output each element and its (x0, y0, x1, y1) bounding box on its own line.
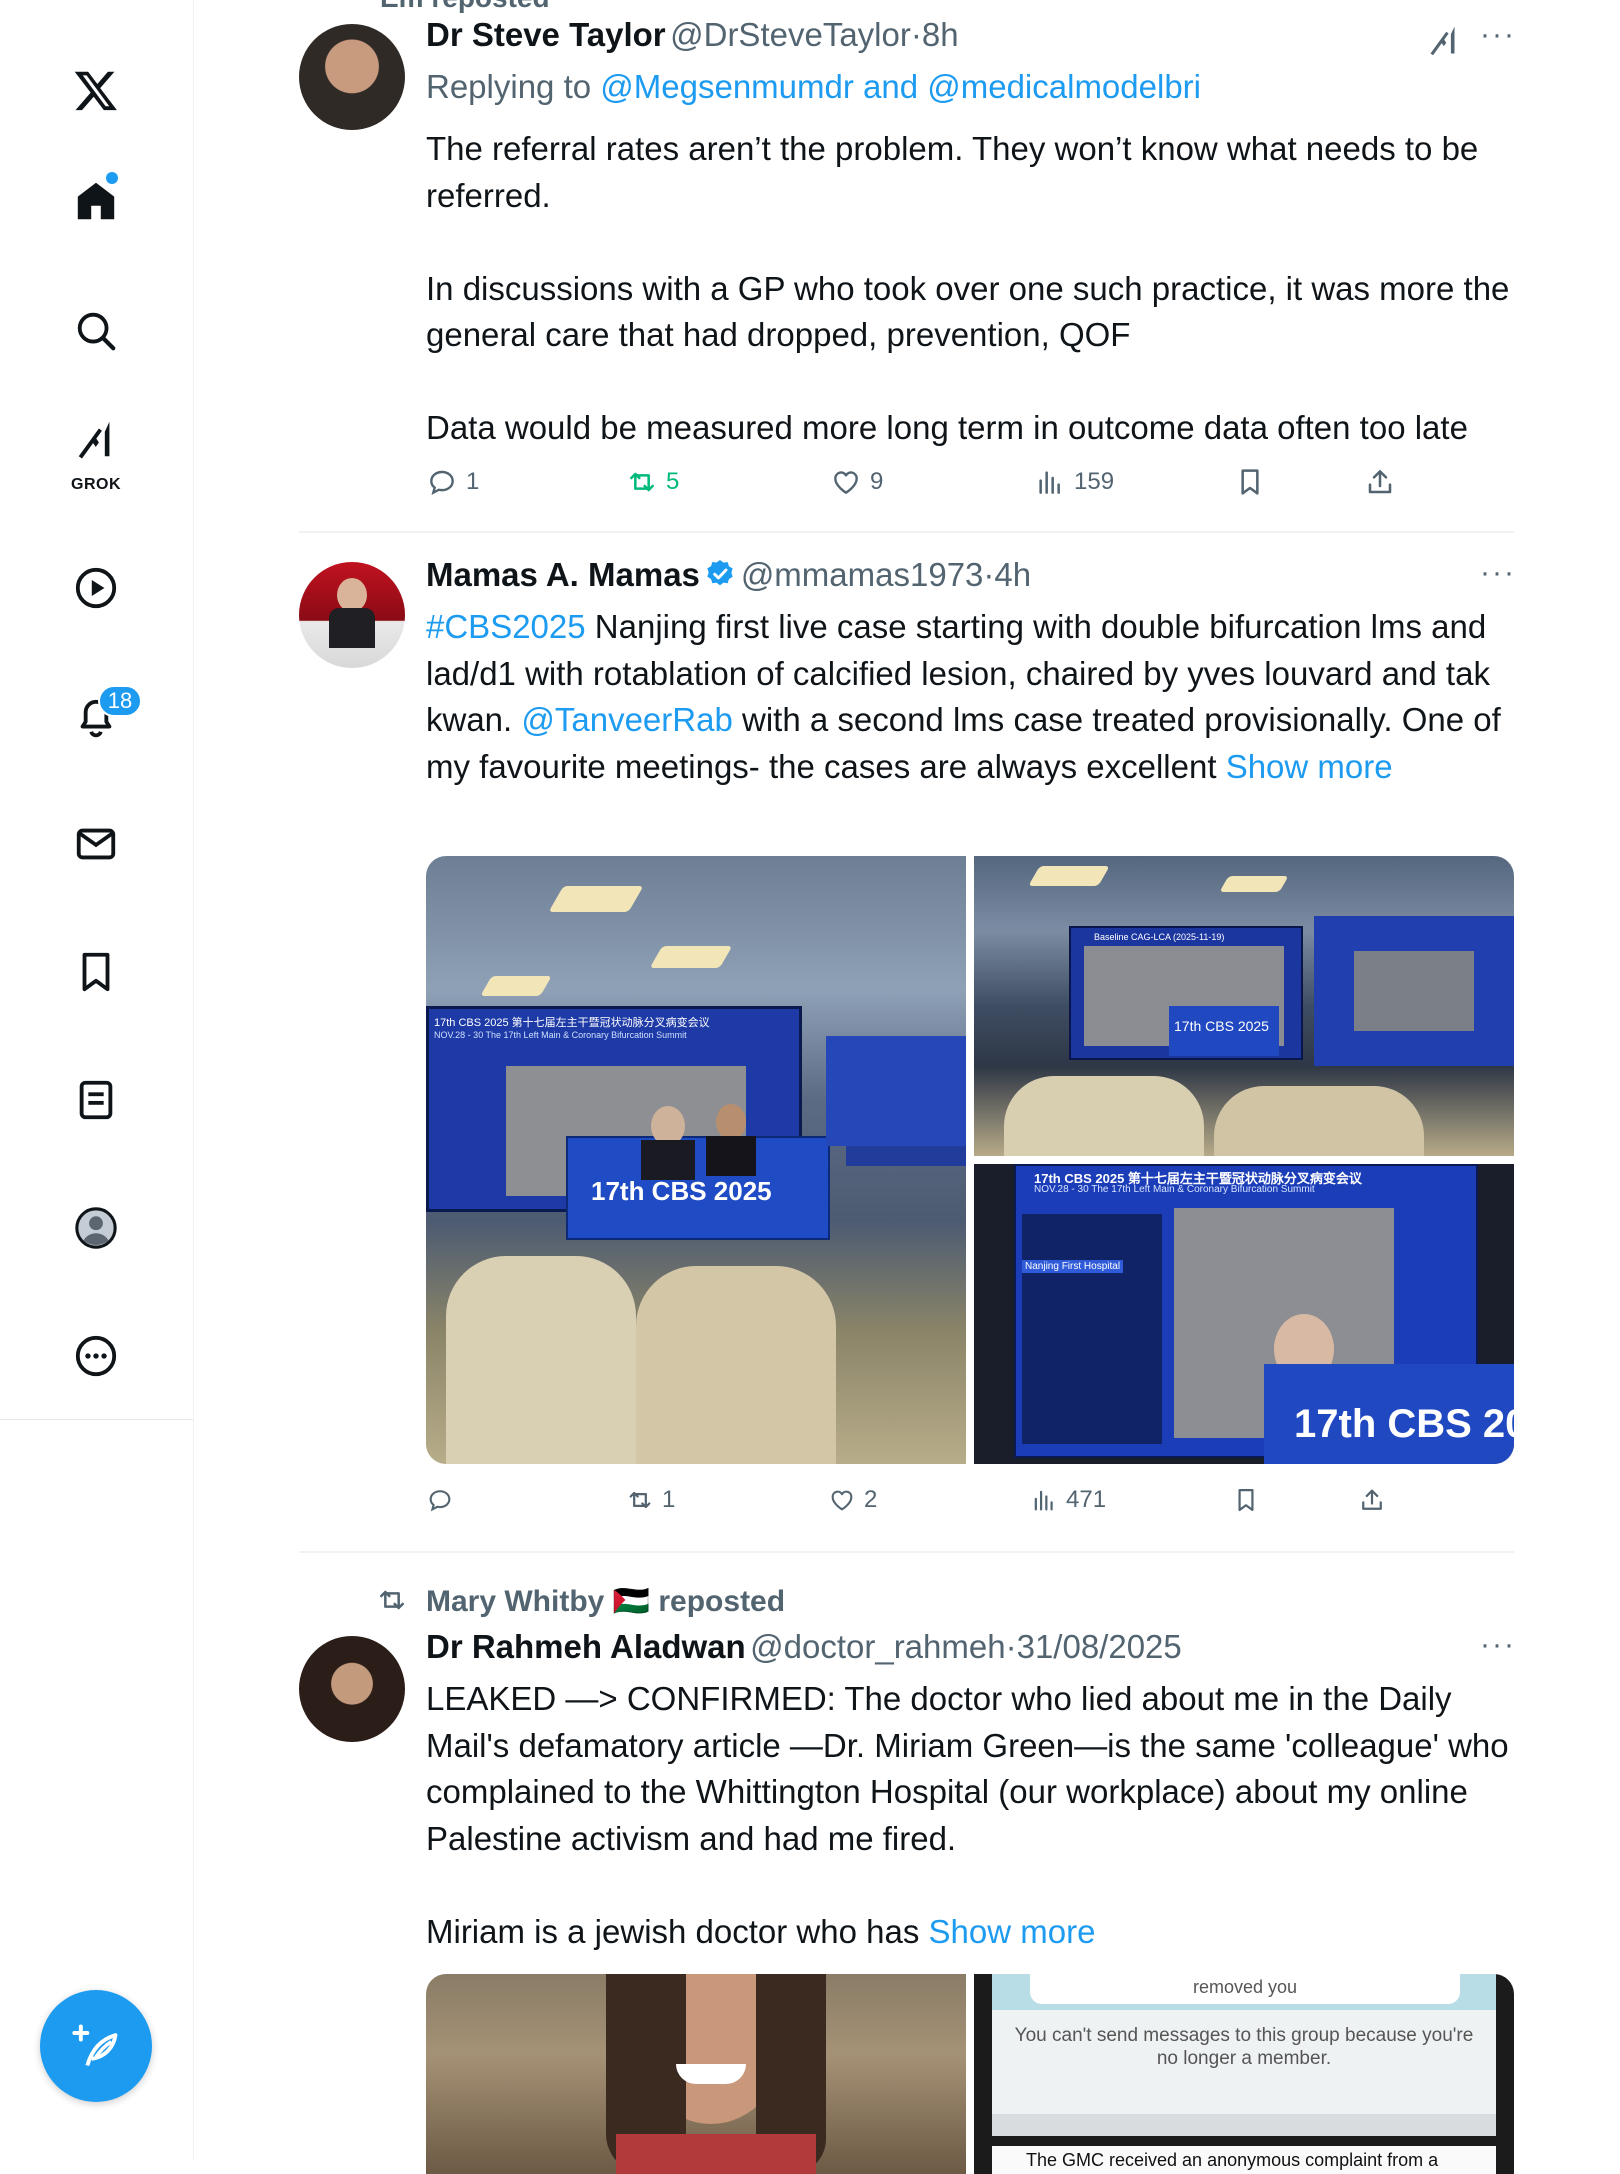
share-button[interactable] (1364, 466, 1396, 498)
sidebar: GROK 18 (0, 0, 194, 2160)
repost-icon (630, 472, 654, 492)
feather-plus-icon (72, 2024, 118, 2067)
mention-link[interactable]: @TanveerRab (521, 701, 732, 738)
home-unread-dot (106, 172, 118, 184)
bookmark-button[interactable] (1232, 1486, 1260, 1514)
timestamp[interactable]: 4h (994, 556, 1031, 593)
media-photo-1[interactable] (426, 1974, 966, 2174)
author-handle[interactable]: @DrSteveTaylor (670, 16, 911, 53)
tweet-divider (299, 1551, 1514, 1553)
timestamp[interactable]: 31/08/2025 (1017, 1628, 1182, 1665)
dot-separator: · (910, 16, 922, 53)
views-button[interactable]: 471 (1030, 1486, 1106, 1514)
profile-icon[interactable] (52, 1184, 140, 1272)
like-button[interactable]: 9 (830, 466, 883, 498)
tweet-text: LEAKED —> CONFIRMED: The doctor who lied… (426, 1680, 1509, 1950)
more-options-icon[interactable]: ··· (1480, 1628, 1516, 1662)
author-name[interactable]: Dr Rahmeh Aladwan (426, 1628, 746, 1665)
home-icon[interactable] (52, 157, 140, 245)
video-icon[interactable] (52, 544, 140, 632)
partial-repost-label: Em reposted (380, 0, 550, 14)
bookmark-icon[interactable] (52, 928, 140, 1016)
social-context[interactable]: Mary Whitby 🇵🇸 reposted (426, 1584, 785, 1619)
lists-icon[interactable] (52, 1056, 140, 1144)
compose-post-button[interactable] (40, 1990, 152, 2102)
views-icon (1039, 471, 1060, 494)
share-button[interactable] (1358, 1486, 1386, 1514)
repost-icon (629, 1491, 651, 1509)
reply-icon (430, 470, 454, 495)
like-button[interactable]: 2 (828, 1486, 877, 1514)
more-icon[interactable] (52, 1312, 140, 1400)
bookmark-button[interactable] (1234, 466, 1266, 498)
grok-label: GROK (71, 476, 121, 493)
show-more-link[interactable]: Show more (1226, 748, 1393, 785)
avatar[interactable] (299, 24, 405, 130)
views-icon (1034, 1490, 1053, 1511)
views-button[interactable]: 159 (1034, 466, 1114, 498)
author-handle[interactable]: @doctor_rahmeh (750, 1628, 1005, 1665)
replying-to: Replying to @Megsenmumdr and @medicalmod… (426, 68, 1202, 105)
dot-separator: · (983, 556, 995, 593)
media-photo-2[interactable]: Baseline CAG-LCA (2025-11-19) 17th CBS 2… (974, 856, 1514, 1156)
tweet-header: Dr Rahmeh Aladwan @doctor_rahmeh·31/08/2… (426, 1628, 1182, 1666)
sidebar-divider (0, 1419, 193, 1420)
avatar[interactable] (299, 562, 405, 668)
reply-icon (429, 1490, 451, 1512)
media-photo-2[interactable]: removed you You can't send messages to t… (974, 1974, 1514, 2174)
show-more-link[interactable]: Show more (929, 1913, 1096, 1950)
share-icon (1368, 470, 1392, 494)
media-photo-1[interactable]: 17th CBS 2025 第十七届左主干暨冠状动脉分叉病变会议 NOV.28 … (426, 856, 966, 1464)
bookmark-icon (1238, 1488, 1254, 1512)
author-name[interactable]: Mamas A. Mamas (426, 556, 700, 593)
timestamp[interactable]: 8h (922, 16, 959, 53)
tweet-header: Mamas A. Mamas @mmamas1973·4h (426, 556, 1031, 594)
avatar[interactable] (299, 1636, 405, 1742)
notifications-badge: 18 (98, 685, 142, 717)
reply-button[interactable]: 1 (426, 466, 479, 498)
author-name[interactable]: Dr Steve Taylor (426, 16, 666, 53)
tweet-header: Dr Steve Taylor @DrSteveTaylor·8h (426, 16, 959, 54)
reply-mentions-link[interactable]: @Megsenmumdr and @medicalmodelbri (600, 68, 1201, 105)
grok-icon[interactable] (1426, 22, 1462, 63)
repost-icon (376, 1584, 408, 1621)
media-photo-3[interactable]: 17th CBS 2025 第十七届左主干暨冠状动脉分叉病变会议 NOV.28 … (974, 1164, 1514, 1464)
more-options-icon[interactable]: ··· (1480, 556, 1516, 590)
heart-icon (831, 1490, 853, 1511)
mail-icon[interactable] (52, 800, 140, 888)
tweet-divider (299, 531, 1514, 533)
repost-button[interactable]: 1 (626, 1486, 675, 1514)
share-icon (1362, 1489, 1382, 1510)
author-handle[interactable]: @mmamas1973 (741, 556, 984, 593)
reply-button[interactable] (426, 1486, 462, 1514)
grok-icon[interactable] (52, 404, 140, 474)
hashtag-link[interactable]: #CBS2025 (426, 608, 586, 645)
more-options-icon[interactable]: ··· (1480, 18, 1516, 52)
repost-button[interactable]: 5 (626, 466, 679, 498)
dot-separator: · (1005, 1628, 1017, 1665)
verified-badge-icon (707, 560, 734, 586)
search-icon[interactable] (52, 287, 140, 375)
heart-icon (834, 471, 858, 494)
x-logo-icon[interactable] (52, 46, 140, 134)
tweet-text: #CBS2025 Nanjing first live case startin… (426, 608, 1510, 785)
tweet-text: The referral rates aren’t the problem. T… (426, 130, 1510, 446)
bookmark-icon (1241, 469, 1259, 495)
